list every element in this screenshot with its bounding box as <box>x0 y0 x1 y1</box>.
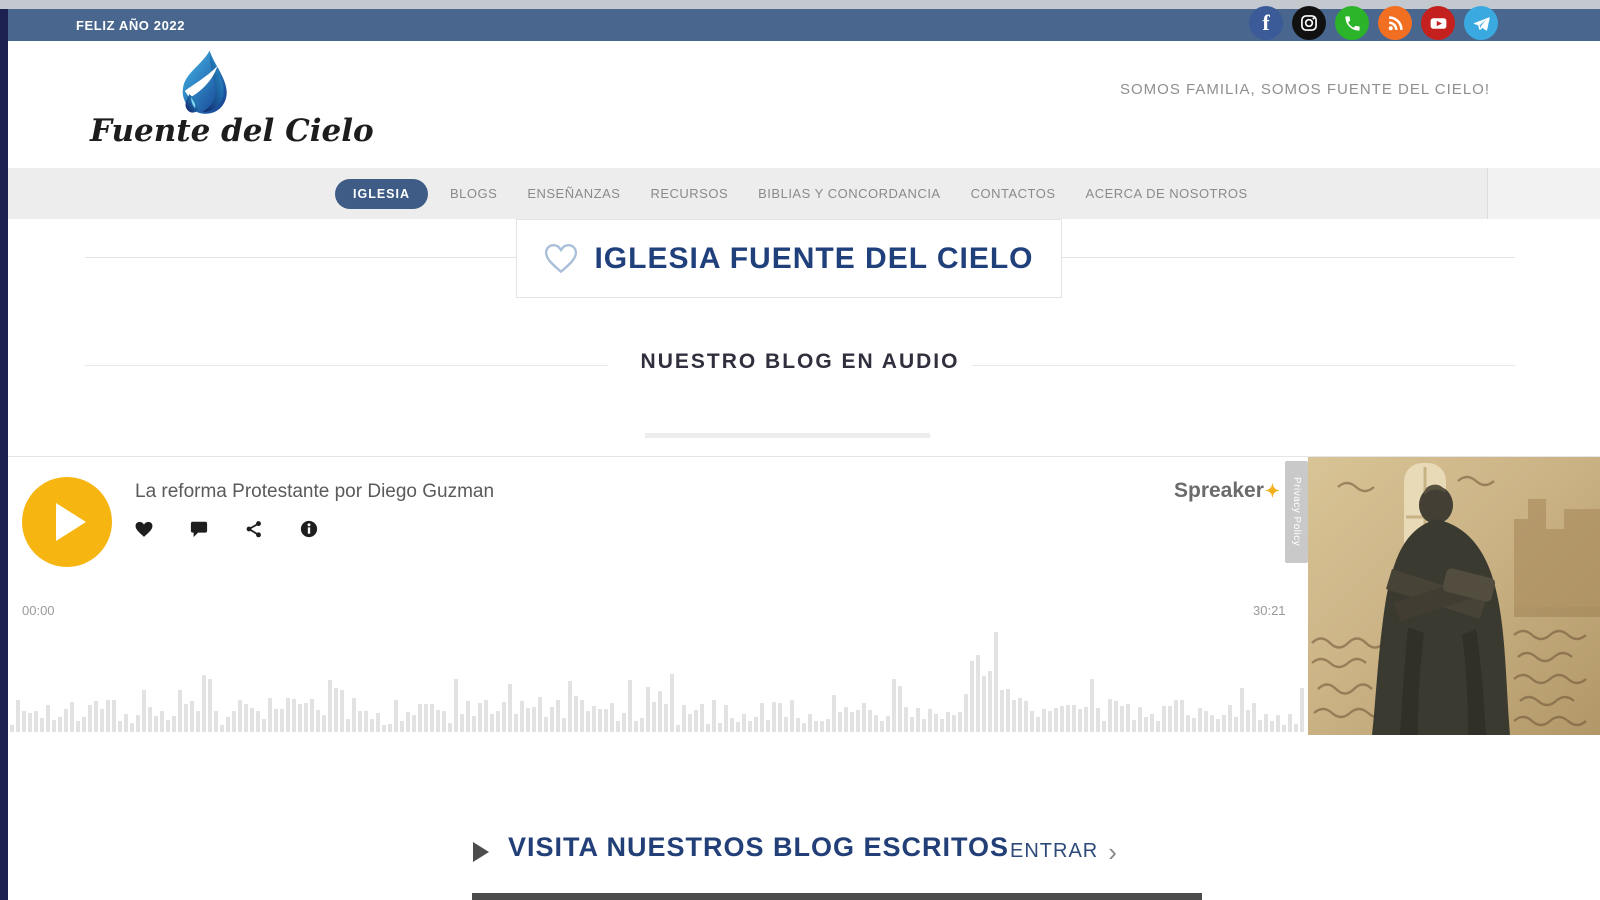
play-button[interactable] <box>22 477 112 567</box>
entrar-link[interactable]: ENTRAR › <box>1010 836 1118 867</box>
spreaker-audio-player: La reforma Protestante por Diego Guzman <box>8 456 1600 735</box>
page-title-box: IGLESIA FUENTE DEL CIELO <box>516 219 1062 298</box>
page-title: IGLESIA FUENTE DEL CIELO <box>594 241 1034 275</box>
like-heart-icon[interactable] <box>135 521 153 538</box>
site-header: Fuente del Cielo SOMOS FAMILIA, SOMOS FU… <box>8 41 1600 168</box>
spreaker-star-icon: ✦ <box>1264 481 1280 501</box>
triangle-bullet-icon <box>473 842 489 862</box>
topbar: FELIZ AÑO 2022 f <box>8 6 1600 43</box>
header-tagline: SOMOS FAMILIA, SOMOS FUENTE DEL CIELO! <box>1119 81 1490 98</box>
duration-time: 30:21 <box>1253 603 1286 618</box>
nav-item-ensenanzas[interactable]: ENSEÑANZAS <box>519 180 628 207</box>
episode-artwork <box>1308 457 1600 735</box>
social-links: f <box>1249 6 1498 40</box>
blogs-escritos-heading: VISITA NUESTROS BLOG ESCRITOS <box>508 832 1010 862</box>
play-icon <box>56 503 86 541</box>
nav-item-blogs[interactable]: BLOGS <box>442 180 505 207</box>
heart-outline-icon <box>545 243 578 273</box>
greeting-text: FELIZ AÑO 2022 <box>76 17 186 33</box>
comment-icon[interactable] <box>190 520 208 538</box>
telegram-icon[interactable] <box>1464 6 1498 40</box>
left-edge-stripe <box>0 9 8 900</box>
audio-blog-heading: NUESTRO BLOG EN AUDIO <box>640 350 960 373</box>
nav-item-biblias[interactable]: BIBLIAS Y CONCORDANCIA <box>750 180 948 207</box>
facebook-icon[interactable]: f <box>1249 6 1283 40</box>
privacy-policy-tab[interactable]: Privacy Policy <box>1285 461 1308 563</box>
title-right-rule <box>1060 257 1515 258</box>
whatsapp-phone-icon[interactable] <box>1335 6 1369 40</box>
waveform[interactable] <box>10 630 1310 732</box>
spreaker-brand[interactable]: Spreaker✦ <box>1174 479 1280 503</box>
main-navigation: IGLESIA BLOGS ENSEÑANZAS RECURSOS BIBLIA… <box>8 168 1600 219</box>
nav-item-acerca[interactable]: ACERCA DE NOSOTROS <box>1078 180 1256 207</box>
cutoff-embed-bar <box>472 893 1202 900</box>
nav-end-panel <box>1487 168 1600 219</box>
title-left-rule <box>85 257 516 258</box>
luther-statue-art <box>1308 457 1600 735</box>
nav-item-contactos[interactable]: CONTACTOS <box>963 180 1064 207</box>
site-logo[interactable]: Fuente del Cielo <box>90 49 374 161</box>
episode-title: La reforma Protestante por Diego Guzman <box>135 481 495 502</box>
divider-rule <box>645 433 930 438</box>
current-time: 00:00 <box>22 603 55 618</box>
flame-logo-icon <box>182 50 227 114</box>
info-icon[interactable] <box>300 520 318 538</box>
logo-wordmark: Fuente del Cielo <box>90 113 374 149</box>
blog-cta-section: VISITA NUESTROS BLOG ESCRITOS ENTRAR › <box>0 832 1600 880</box>
nav-item-iglesia[interactable]: IGLESIA <box>335 178 429 209</box>
youtube-icon[interactable] <box>1421 6 1455 40</box>
nav-item-recursos[interactable]: RECURSOS <box>642 180 736 207</box>
rss-icon[interactable] <box>1378 6 1412 40</box>
page-root: FELIZ AÑO 2022 f Fuente del Cielo SOMOS … <box>0 0 1600 900</box>
instagram-icon[interactable] <box>1292 6 1326 40</box>
share-icon[interactable] <box>245 520 263 538</box>
chevron-right-icon: › <box>1108 836 1118 867</box>
